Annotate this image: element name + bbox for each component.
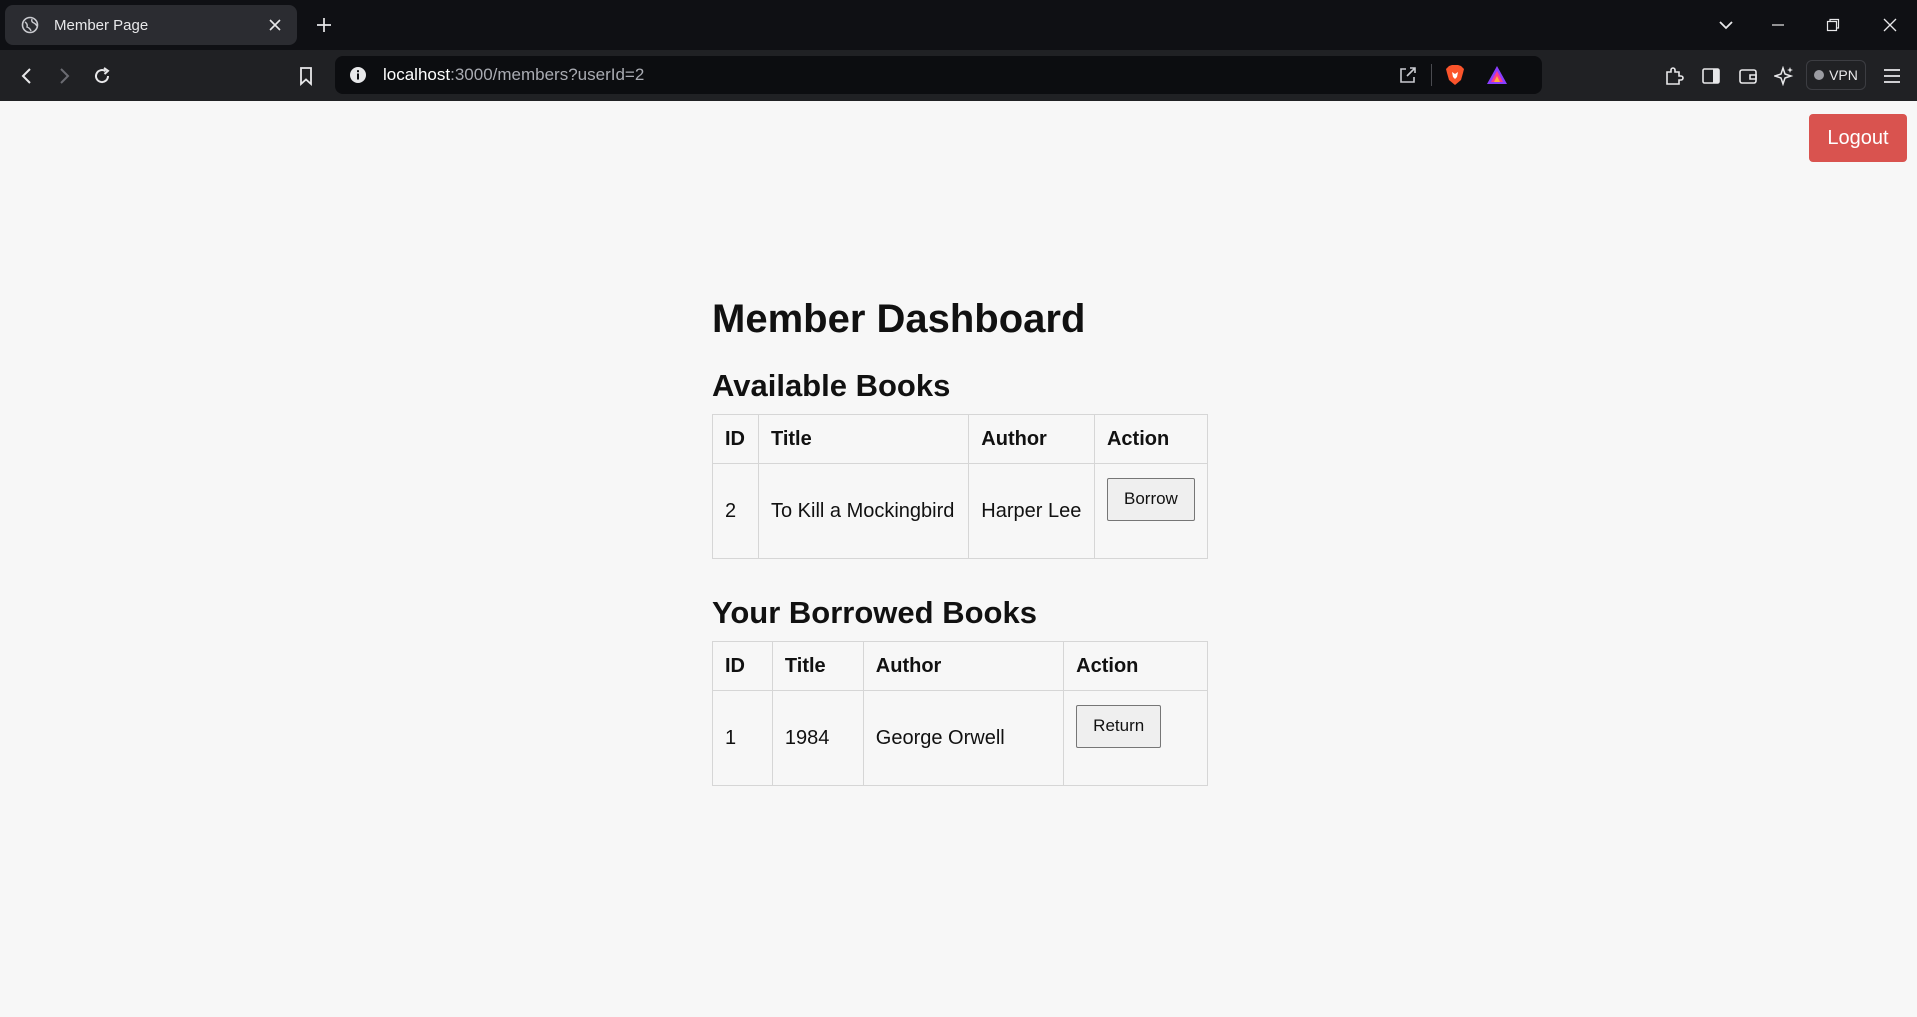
column-header-action: Action	[1093, 414, 1209, 464]
brave-shield-icon[interactable]	[1442, 62, 1468, 88]
borrow-button[interactable]: Borrow	[1106, 477, 1195, 521]
reload-icon[interactable]	[88, 62, 116, 90]
plus-icon[interactable]	[311, 12, 337, 38]
menu-icon[interactable]	[1878, 62, 1906, 90]
tab-strip: Member Page	[0, 0, 1917, 50]
vpn-status-icon	[1814, 70, 1825, 80]
divider	[1431, 64, 1432, 86]
bookmark-icon[interactable]	[292, 62, 320, 90]
page-viewport: Logout Member Dashboard Available Books …	[0, 101, 1917, 1017]
back-icon[interactable]	[13, 62, 41, 90]
leo-ai-icon[interactable]	[1770, 62, 1798, 90]
logout-button[interactable]: Logout	[1809, 114, 1907, 162]
share-icon[interactable]	[1395, 62, 1421, 88]
table-header-row: ID Title Author Action	[712, 641, 1208, 691]
chevron-down-icon[interactable]	[1711, 10, 1741, 40]
return-button[interactable]: Return	[1076, 704, 1162, 748]
book-id: 1	[712, 690, 773, 786]
table-header-row: ID Title Author Action	[712, 414, 1209, 464]
url-text[interactable]: localhost:3000/members?userId=2	[383, 65, 1395, 85]
forward-icon[interactable]	[50, 62, 78, 90]
book-author: Harper Lee	[968, 463, 1095, 559]
book-id: 2	[712, 463, 759, 559]
wallet-icon[interactable]	[1734, 62, 1762, 90]
minimize-icon[interactable]	[1763, 10, 1793, 40]
browser-tab[interactable]: Member Page	[5, 5, 297, 45]
column-header-author: Author	[862, 641, 1065, 691]
borrowed-books-heading: Your Borrowed Books	[712, 595, 1037, 630]
url-path: :3000/members?userId=2	[450, 65, 645, 84]
vpn-button[interactable]: VPN	[1806, 60, 1866, 90]
column-header-title: Title	[771, 641, 864, 691]
sidebar-icon[interactable]	[1697, 62, 1725, 90]
table-row: 2 To Kill a Mockingbird Harper Lee Borro…	[712, 463, 1209, 559]
page-title: Member Dashboard	[712, 297, 1086, 341]
globe-icon	[20, 15, 40, 35]
book-action-cell: Borrow	[1093, 463, 1209, 559]
book-title: 1984	[771, 690, 864, 786]
url-host: localhost	[383, 65, 451, 84]
restore-icon[interactable]	[1818, 10, 1848, 40]
vpn-label: VPN	[1829, 67, 1858, 83]
column-header-id: ID	[712, 414, 759, 464]
column-header-action: Action	[1063, 641, 1208, 691]
column-header-title: Title	[757, 414, 970, 464]
borrowed-books-table: ID Title Author Action 1 1984 George Orw…	[712, 641, 1208, 786]
column-header-id: ID	[712, 641, 773, 691]
address-bar[interactable]: localhost:3000/members?userId=2	[335, 56, 1542, 94]
table-row: 1 1984 George Orwell Return	[712, 690, 1208, 786]
info-icon[interactable]	[345, 62, 371, 88]
available-books-table: ID Title Author Action 2 To Kill a Mocki…	[712, 414, 1209, 559]
brave-rewards-icon[interactable]	[1484, 62, 1510, 88]
browser-toolbar: localhost:3000/members?userId=2 VPN	[0, 50, 1917, 101]
available-books-heading: Available Books	[712, 368, 951, 403]
close-icon[interactable]	[262, 12, 288, 38]
window-close-icon[interactable]	[1875, 10, 1905, 40]
tab-title: Member Page	[54, 16, 149, 34]
member-dashboard: Member Dashboard Available Books ID Titl…	[712, 294, 1209, 820]
extensions-icon[interactable]	[1660, 62, 1688, 90]
book-action-cell: Return	[1063, 690, 1208, 786]
column-header-author: Author	[968, 414, 1095, 464]
book-author: George Orwell	[862, 690, 1065, 786]
book-title: To Kill a Mockingbird	[757, 463, 970, 559]
